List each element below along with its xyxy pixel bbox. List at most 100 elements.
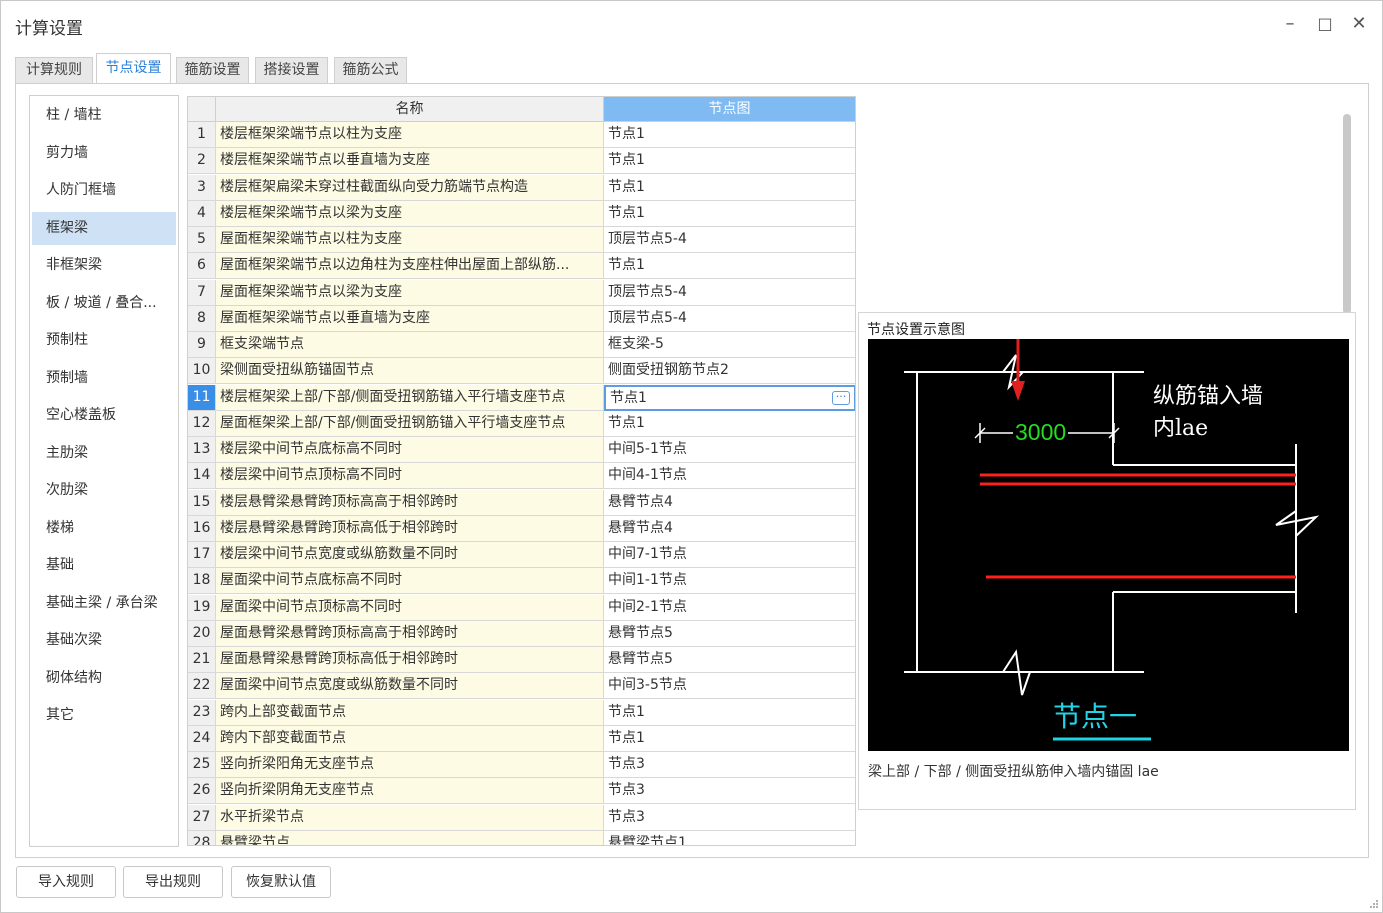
row-node-cell[interactable]: 侧面受扭钢筋节点2 xyxy=(604,358,855,385)
table-row[interactable]: 8 屋面框架梁端节点以垂直墙为支座 顶层节点5-4 xyxy=(188,305,855,332)
row-number[interactable]: 4 xyxy=(188,200,216,227)
table-row[interactable]: 27 水平折梁节点 节点3 xyxy=(188,804,855,831)
table-row[interactable]: 19 屋面梁中间节点顶标高不同时 中间2-1节点 xyxy=(188,594,855,621)
sidebar-item[interactable]: 非框架梁 xyxy=(32,249,176,282)
row-node-cell[interactable]: 悬臂节点5 xyxy=(604,647,855,673)
row-name-cell[interactable]: 屋面悬臂梁悬臂跨顶标高高于相邻跨时 xyxy=(216,620,604,647)
row-name-cell[interactable]: 楼层框架梁端节点以梁为支座 xyxy=(216,200,604,227)
sidebar-item[interactable]: 人防门框墙 xyxy=(32,174,176,207)
table-row[interactable]: 21 屋面悬臂梁悬臂跨顶标高低于相邻跨时 悬臂节点5 xyxy=(188,647,855,673)
row-node-cell[interactable]: 顶层节点5-4 xyxy=(604,305,855,332)
row-number[interactable]: 13 xyxy=(188,437,216,463)
minimize-button[interactable]: – xyxy=(1277,11,1303,37)
row-name-cell[interactable]: 屋面框架梁端节点以垂直墙为支座 xyxy=(216,305,604,332)
resize-grip-icon[interactable] xyxy=(1369,899,1379,909)
table-row[interactable]: 12 屋面框架梁上部/下部/侧面受扭钢筋锚入平行墙支座节点 节点1 xyxy=(188,410,855,437)
row-name-cell[interactable]: 楼层梁中间节点顶标高不同时 xyxy=(216,463,604,490)
row-name-cell[interactable]: 屋面框架梁端节点以柱为支座 xyxy=(216,227,604,253)
table-row[interactable]: 2 楼层框架梁端节点以垂直墙为支座 节点1 xyxy=(188,148,855,175)
row-number[interactable]: 10 xyxy=(188,358,216,385)
row-number[interactable]: 21 xyxy=(188,647,216,673)
row-node-cell[interactable]: 节点1 xyxy=(604,122,855,148)
export-rules-button[interactable]: 导出规则 xyxy=(123,866,223,898)
row-node-cell[interactable]: 悬臂节点5 xyxy=(604,620,855,647)
row-name-cell[interactable]: 楼层梁中间节点宽度或纵筋数量不同时 xyxy=(216,542,604,568)
row-node-cell[interactable]: 中间4-1节点 xyxy=(604,463,855,490)
row-name-cell[interactable]: 跨内上部变截面节点 xyxy=(216,699,604,726)
row-number[interactable]: 1 xyxy=(188,122,216,148)
table-row[interactable]: 26 竖向折梁阴角无支座节点 节点3 xyxy=(188,778,855,805)
row-name-cell[interactable]: 竖向折梁阴角无支座节点 xyxy=(216,778,604,805)
sidebar-item[interactable]: 框架梁 xyxy=(32,211,176,245)
table-row[interactable]: 1 楼层框架梁端节点以柱为支座 节点1 xyxy=(188,122,855,148)
row-name-cell[interactable]: 屋面框架梁端节点以梁为支座 xyxy=(216,279,604,306)
row-number[interactable]: 19 xyxy=(188,594,216,621)
row-node-cell[interactable]: 节点1 xyxy=(604,253,855,280)
row-number[interactable]: 2 xyxy=(188,148,216,175)
row-number[interactable]: 6 xyxy=(188,253,216,280)
row-name-cell[interactable]: 楼层梁中间节点底标高不同时 xyxy=(216,437,604,463)
row-name-cell[interactable]: 水平折梁节点 xyxy=(216,804,604,831)
row-node-cell[interactable]: 中间7-1节点 xyxy=(604,542,855,568)
sidebar-item[interactable]: 次肋梁 xyxy=(32,474,176,507)
tab-node-settings[interactable]: 节点设置 xyxy=(96,53,171,84)
row-number[interactable]: 23 xyxy=(188,699,216,726)
row-number[interactable]: 8 xyxy=(188,305,216,332)
row-node-cell[interactable]: 悬臂梁节点1 xyxy=(604,830,855,845)
table-row[interactable]: 3 楼层框架扁梁未穿过柱截面纵向受力筋端节点构造 节点1 xyxy=(188,174,855,201)
sidebar-item[interactable]: 空心楼盖板 xyxy=(32,399,176,432)
row-node-cell[interactable]: 顶层节点5-4 xyxy=(604,227,855,253)
table-row[interactable]: 25 竖向折梁阳角无支座节点 节点3 xyxy=(188,752,855,778)
vertical-scrollbar[interactable] xyxy=(1343,114,1351,314)
row-node-cell[interactable]: 节点1 xyxy=(604,725,855,752)
sidebar-item[interactable]: 预制柱 xyxy=(32,324,176,357)
row-number[interactable]: 11 xyxy=(188,384,216,411)
row-name-cell[interactable]: 楼层框架梁上部/下部/侧面受扭钢筋锚入平行墙支座节点 xyxy=(216,384,604,411)
row-number[interactable]: 17 xyxy=(188,542,216,568)
tab-stirrup-formula[interactable]: 箍筋公式 xyxy=(334,57,407,84)
table-row[interactable]: 20 屋面悬臂梁悬臂跨顶标高高于相邻跨时 悬臂节点5 xyxy=(188,620,855,647)
row-node-cell[interactable]: 节点1 ··· xyxy=(604,384,855,411)
row-name-cell[interactable]: 屋面梁中间节点宽度或纵筋数量不同时 xyxy=(216,673,604,700)
row-number[interactable]: 7 xyxy=(188,279,216,306)
row-node-cell[interactable]: 悬臂节点4 xyxy=(604,515,855,542)
row-node-cell[interactable]: 框支梁-5 xyxy=(604,332,855,358)
table-row[interactable]: 10 梁侧面受扭纵筋锚固节点 侧面受扭钢筋节点2 xyxy=(188,358,855,385)
ellipsis-button[interactable]: ··· xyxy=(832,390,850,405)
table-row[interactable]: 18 屋面梁中间节点底标高不同时 中间1-1节点 xyxy=(188,568,855,595)
restore-defaults-button[interactable]: 恢复默认值 xyxy=(231,866,331,898)
table-row[interactable]: 22 屋面梁中间节点宽度或纵筋数量不同时 中间3-5节点 xyxy=(188,673,855,700)
row-name-cell[interactable]: 跨内下部变截面节点 xyxy=(216,725,604,752)
row-name-cell[interactable]: 屋面框架梁上部/下部/侧面受扭钢筋锚入平行墙支座节点 xyxy=(216,410,604,437)
row-node-cell[interactable]: 中间5-1节点 xyxy=(604,437,855,463)
tab-stirrup-settings[interactable]: 箍筋设置 xyxy=(176,57,249,84)
sidebar-item[interactable]: 预制墙 xyxy=(32,362,176,395)
table-row[interactable]: 15 楼层悬臂梁悬臂跨顶标高高于相邻跨时 悬臂节点4 xyxy=(188,489,855,516)
table-row[interactable]: 17 楼层梁中间节点宽度或纵筋数量不同时 中间7-1节点 xyxy=(188,542,855,568)
sidebar-item[interactable]: 柱 / 墙柱 xyxy=(32,99,176,132)
row-node-cell[interactable]: 节点1 xyxy=(604,148,855,175)
sidebar-item[interactable]: 剪力墙 xyxy=(32,137,176,170)
sidebar-item[interactable]: 基础次梁 xyxy=(32,624,176,657)
row-number[interactable]: 16 xyxy=(188,515,216,542)
sidebar-item[interactable]: 其它 xyxy=(32,699,176,732)
maximize-button[interactable]: □ xyxy=(1312,11,1338,37)
row-number[interactable]: 9 xyxy=(188,332,216,358)
row-number[interactable]: 25 xyxy=(188,752,216,778)
row-number[interactable]: 3 xyxy=(188,174,216,201)
row-number[interactable]: 18 xyxy=(188,568,216,595)
row-node-cell[interactable]: 顶层节点5-4 xyxy=(604,279,855,306)
row-name-cell[interactable]: 楼层框架扁梁未穿过柱截面纵向受力筋端节点构造 xyxy=(216,174,604,201)
row-number[interactable]: 15 xyxy=(188,489,216,516)
import-rules-button[interactable]: 导入规则 xyxy=(16,866,116,898)
row-number[interactable]: 22 xyxy=(188,673,216,700)
sidebar-item[interactable]: 基础 xyxy=(32,549,176,582)
table-row[interactable]: 11 楼层框架梁上部/下部/侧面受扭钢筋锚入平行墙支座节点 节点1 ··· xyxy=(188,384,855,411)
row-number[interactable]: 24 xyxy=(188,725,216,752)
close-button[interactable]: ✕ xyxy=(1346,11,1372,37)
sidebar-item[interactable]: 板 / 坡道 / 叠合... xyxy=(32,287,176,320)
node-column-header[interactable]: 节点图 xyxy=(604,97,855,122)
row-node-cell[interactable]: 中间3-5节点 xyxy=(604,673,855,700)
table-row[interactable]: 13 楼层梁中间节点底标高不同时 中间5-1节点 xyxy=(188,437,855,463)
table-row[interactable]: 9 框支梁端节点 框支梁-5 xyxy=(188,332,855,358)
